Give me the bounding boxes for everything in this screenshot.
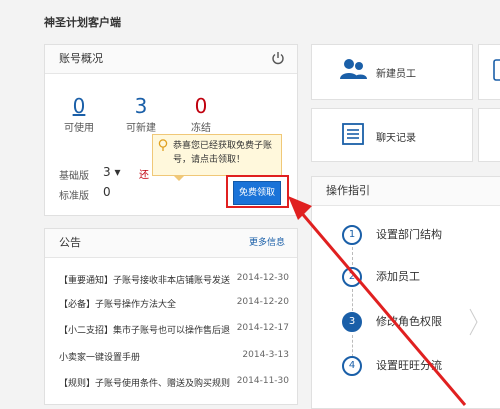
- notice-item-text[interactable]: 【小二支招】集市子账号也可以操作售后退: [59, 323, 239, 336]
- notice-item[interactable]: 【重要通知】子账号接收非本店铺账号发送 2014-12-30: [59, 273, 289, 286]
- stat-frozen: 0 冻结: [171, 95, 231, 134]
- stat-available-label: 可使用: [64, 123, 94, 134]
- lightbulb-icon: [158, 139, 168, 151]
- notice-item-text[interactable]: 【重要通知】子账号接收非本店铺账号发送: [59, 273, 239, 286]
- stat-frozen-label: 冻结: [191, 123, 211, 134]
- annotation-arrow: [288, 196, 467, 406]
- notice-item[interactable]: 【小二支招】集市子账号也可以操作售后退 2014-12-17: [59, 323, 289, 336]
- notice-header: 公告 更多信息: [45, 229, 297, 258]
- new-staff-label: 新建员工: [376, 69, 416, 80]
- quick-action-partial[interactable]: [478, 44, 500, 100]
- notice-item-text[interactable]: 【必备】子账号操作方法大全: [59, 297, 239, 310]
- stat-creatable: 3 可新建: [111, 95, 171, 134]
- tooltip-arrow: [173, 175, 185, 181]
- notice-panel: 公告 更多信息 【重要通知】子账号接收非本店铺账号发送 2014-12-30 【…: [44, 228, 298, 405]
- notice-item[interactable]: 【必备】子账号操作方法大全 2014-12-20: [59, 297, 289, 310]
- tooltip-text: 恭喜您已经获取免费子账号，请点击领取！: [173, 141, 273, 165]
- free-account-tooltip: 恭喜您已经获取免费子账号，请点击领取！: [152, 134, 282, 181]
- chat-log-label: 聊天记录: [376, 133, 416, 144]
- basic-edition-select[interactable]: 3 ▾: [103, 165, 120, 179]
- notice-item[interactable]: 【规则】子账号使用条件、赠送及购买规则 2014-11-30: [59, 376, 289, 389]
- notice-item-text[interactable]: 小卖家一键设置手册: [59, 350, 239, 363]
- basic-edition-extra: 还: [139, 170, 149, 181]
- standard-edition-label: 标准版: [59, 191, 89, 202]
- users-icon: [340, 59, 367, 79]
- basic-edition-label: 基础版: [59, 171, 89, 182]
- notice-item-text[interactable]: 【规则】子账号使用条件、赠送及购买规则: [59, 376, 239, 389]
- power-icon[interactable]: [271, 51, 285, 65]
- document-icon: [493, 59, 500, 81]
- stat-frozen-value: 0: [194, 94, 208, 118]
- account-overview-title: 账号概况: [59, 52, 103, 65]
- notice-title: 公告: [59, 236, 81, 249]
- chat-log-button[interactable]: 聊天记录: [311, 108, 473, 162]
- stat-available[interactable]: 0 可使用: [49, 95, 109, 134]
- stat-available-value[interactable]: 0: [49, 95, 109, 117]
- stat-creatable-value: 3: [134, 94, 148, 118]
- account-overview-header: 账号概况: [45, 45, 297, 74]
- quick-action-partial-2[interactable]: [478, 108, 500, 162]
- standard-edition-value: 0: [103, 185, 111, 199]
- new-staff-button[interactable]: 新建员工: [311, 44, 473, 100]
- stat-creatable-label: 可新建: [126, 123, 156, 134]
- app-title: 神圣计划客户端: [44, 16, 121, 29]
- notice-item[interactable]: 小卖家一键设置手册 2014-3-13: [59, 350, 289, 363]
- chat-record-icon: [342, 123, 364, 145]
